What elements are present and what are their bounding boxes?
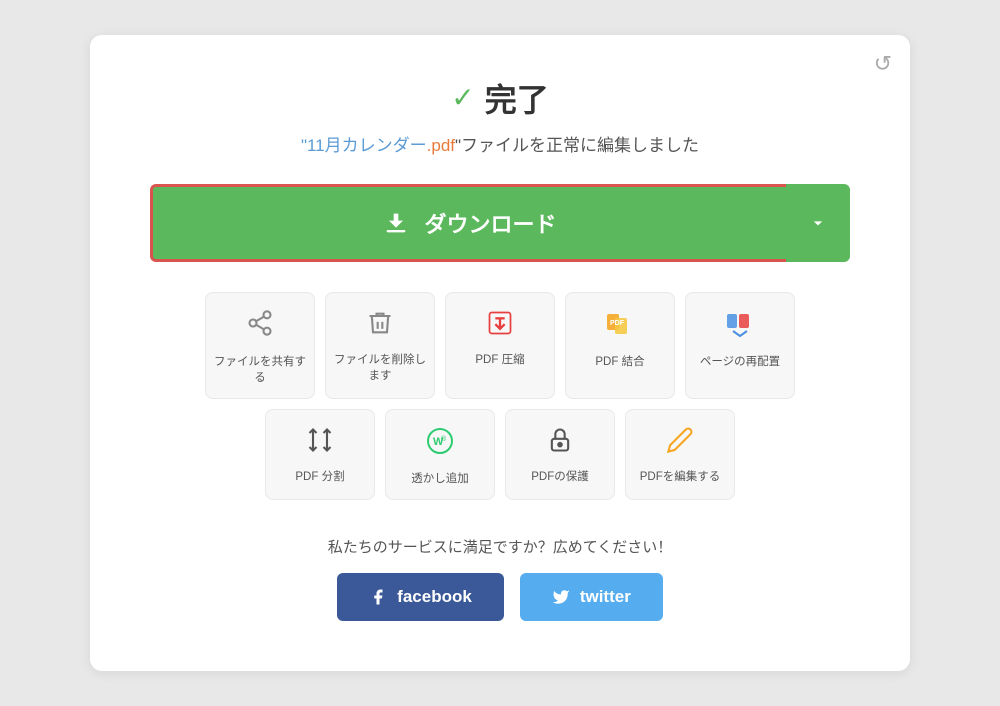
tool-split-pdf-label: PDF 分割 <box>295 469 344 485</box>
tool-rearrange-pdf-label: ページの再配置 <box>700 354 780 370</box>
watermark-icon: W ® <box>425 426 455 461</box>
share-buttons: facebook twitter <box>150 573 850 621</box>
filename-ext: .pdf <box>427 136 455 155</box>
svg-text:®: ® <box>441 435 447 443</box>
tool-edit-pdf-label: PDFを編集する <box>640 469 721 485</box>
download-options-button[interactable] <box>786 184 850 262</box>
facebook-button-label: facebook <box>397 587 472 607</box>
page-title: 完了 <box>485 75 549 121</box>
tool-edit-pdf[interactable]: PDFを編集する <box>625 409 735 500</box>
tool-rearrange-pdf[interactable]: ページの再配置 <box>685 292 795 399</box>
download-area: ダウンロード <box>150 184 850 262</box>
tool-merge-pdf[interactable]: PDF PDF 結合 <box>565 292 675 399</box>
check-icon: ✓ <box>451 81 474 114</box>
split-icon <box>306 426 334 459</box>
delete-icon <box>366 309 394 342</box>
compress-icon <box>486 309 514 342</box>
svg-text:PDF: PDF <box>610 320 625 327</box>
tool-protect-pdf[interactable]: PDFの保護 <box>505 409 615 500</box>
title-area: ✓ 完了 "11月カレンダー.pdf"ファイルを正常に編集しました <box>150 75 850 156</box>
tool-protect-pdf-label: PDFの保護 <box>531 469 589 485</box>
main-card: ↺ ✓ 完了 "11月カレンダー.pdf"ファイルを正常に編集しました ダウンロ… <box>90 35 910 671</box>
subtitle-suffix: "ファイルを正常に編集しました <box>455 136 699 155</box>
tools-grid: ファイルを共有する ファイルを削除します PDF 圧縮 <box>150 292 850 500</box>
tool-delete-file[interactable]: ファイルを削除します <box>325 292 435 399</box>
share-area: 私たちのサービスに満足ですか？広めてください！ facebook twitter <box>150 536 850 621</box>
refresh-button[interactable]: ↺ <box>874 53 892 75</box>
tool-compress-pdf[interactable]: PDF 圧縮 <box>445 292 555 399</box>
tool-delete-file-label: ファイルを削除します <box>334 352 426 384</box>
tool-share-file[interactable]: ファイルを共有する <box>205 292 315 399</box>
filename-prefix: "11月カレンダー <box>301 136 427 155</box>
protect-icon <box>546 426 574 459</box>
edit-icon <box>666 426 694 459</box>
subtitle: "11月カレンダー.pdf"ファイルを正常に編集しました <box>150 131 850 156</box>
merge-icon: PDF <box>605 309 635 344</box>
share-file-icon <box>246 309 274 344</box>
tool-merge-pdf-label: PDF 結合 <box>595 354 644 370</box>
tool-share-file-label: ファイルを共有する <box>214 354 306 386</box>
tool-watermark-pdf[interactable]: W ® 透かし追加 <box>385 409 495 500</box>
download-icon <box>382 209 410 237</box>
twitter-icon <box>552 588 570 606</box>
download-button-label: ダウンロード <box>424 207 556 239</box>
download-button[interactable]: ダウンロード <box>150 184 786 262</box>
facebook-button[interactable]: facebook <box>337 573 504 621</box>
twitter-button[interactable]: twitter <box>520 573 663 621</box>
tool-compress-pdf-label: PDF 圧縮 <box>475 352 524 368</box>
tool-watermark-pdf-label: 透かし追加 <box>411 471 469 487</box>
facebook-icon <box>369 588 387 606</box>
tool-split-pdf[interactable]: PDF 分割 <box>265 409 375 500</box>
title-row: ✓ 完了 <box>150 75 850 121</box>
chevron-down-icon <box>808 213 828 233</box>
share-text: 私たちのサービスに満足ですか？広めてください！ <box>150 536 850 557</box>
rearrange-icon <box>725 309 755 344</box>
twitter-button-label: twitter <box>580 587 631 607</box>
